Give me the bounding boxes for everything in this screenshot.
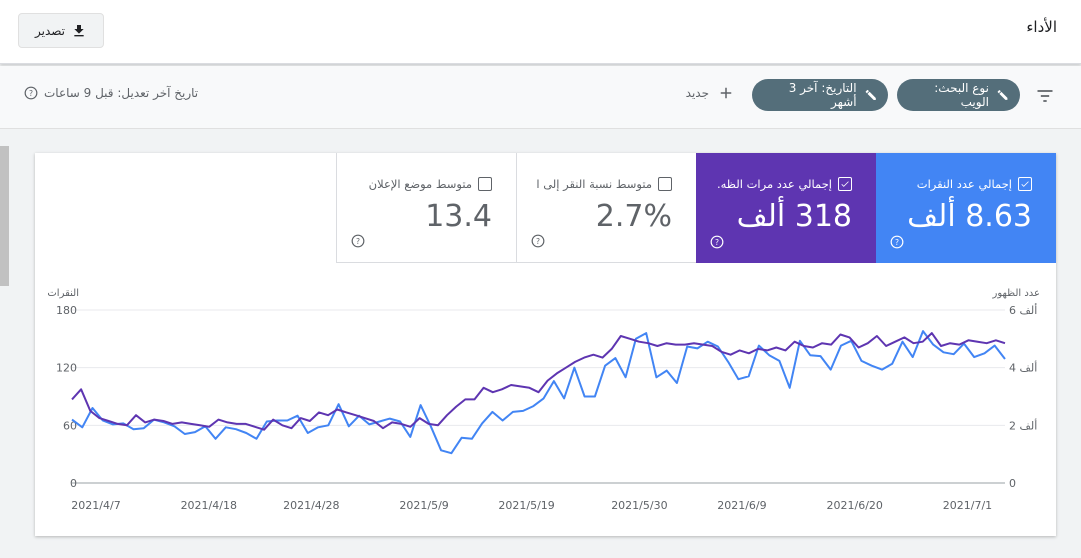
x-tick-label: 2021/4/28 [283, 499, 339, 512]
y-right-axis-label: عدد الظهور [992, 288, 1040, 299]
x-tick-label: 2021/5/19 [498, 499, 554, 512]
x-tick-label: 2021/5/30 [611, 499, 667, 512]
x-tick-label: 2021/4/7 [71, 499, 120, 512]
x-tick-label: 2021/7/1 [943, 499, 992, 512]
top-bar: الأداء تصدير [0, 0, 1081, 64]
last-updated: تاريخ آخر تعديل: قبل 9 ساعات ? [24, 86, 198, 100]
impressions-series-line [71, 332, 1006, 431]
filter-icon[interactable] [1035, 86, 1055, 106]
last-updated-text: تاريخ آخر تعديل: قبل 9 ساعات [44, 86, 199, 100]
pencil-icon [865, 89, 876, 101]
help-icon[interactable]: ? [24, 86, 38, 100]
new-filter-label: جديد [685, 86, 709, 100]
x-tick-label: 2021/4/18 [181, 499, 237, 512]
date-chip[interactable]: التاريخ: آخر 3 أشهر [752, 79, 888, 111]
performance-chart[interactable]: 06012018002 ألف4 ألف6 ألفالنقرات عدد الظه… [35, 153, 1056, 536]
y-right-tick-label: 2 ألف [1009, 418, 1037, 432]
plus-icon [720, 87, 732, 99]
y-left-tick-label: 180 [56, 304, 77, 317]
y-right-tick-label: 0 [1009, 477, 1016, 490]
page-title: الأداء [1026, 18, 1057, 36]
search-type-chip[interactable]: نوع البحث: الويب [897, 79, 1020, 111]
y-left-tick-label: 120 [56, 362, 77, 375]
search-type-label: نوع البحث: الويب [934, 81, 989, 109]
date-label: التاريخ: آخر 3 أشهر [788, 81, 857, 109]
y-right-tick-label: 4 ألف [1009, 361, 1037, 375]
export-label: تصدير [35, 23, 66, 38]
download-icon [74, 24, 84, 36]
pencil-icon [997, 90, 1008, 100]
filter-bar: نوع البحث: الويب التاريخ: آخر 3 أشهر جدي… [0, 66, 1081, 129]
page-scrollbar[interactable] [0, 146, 9, 286]
export-button[interactable]: تصدير [18, 13, 104, 48]
performance-card: إجمالي عدد النقرات 8.63 ألف ? إجمالي عدد… [35, 153, 1056, 536]
y-right-tick-label: 6 ألف [1009, 303, 1037, 317]
x-tick-label: 2021/6/9 [717, 499, 766, 512]
svg-text:?: ? [29, 89, 33, 98]
y-left-axis-label: النقرات [47, 288, 79, 299]
y-left-tick-label: 0 [70, 477, 77, 490]
x-tick-label: 2021/6/20 [827, 499, 883, 512]
x-tick-label: 2021/5/9 [399, 499, 448, 512]
new-filter-button[interactable]: جديد [686, 84, 735, 102]
